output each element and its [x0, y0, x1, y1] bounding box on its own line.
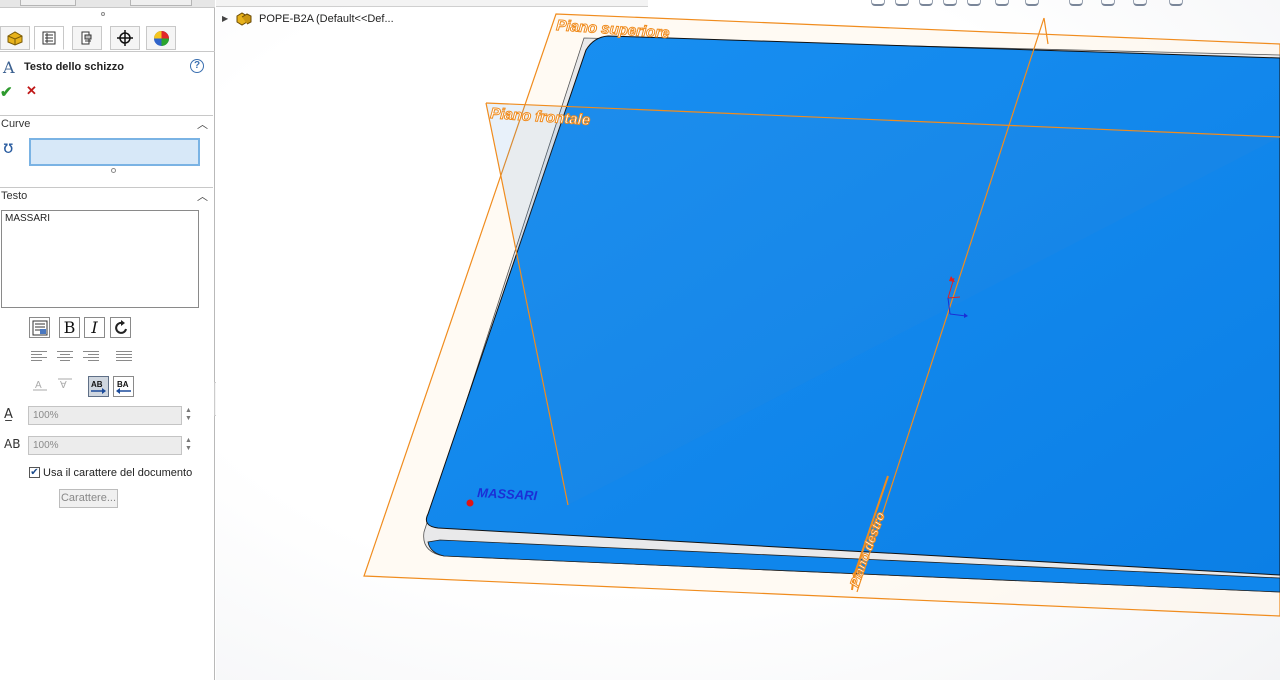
- property-manager-header: A Testo dello schizzo ?: [0, 58, 215, 77]
- property-manager-title: Testo dello schizzo: [24, 61, 125, 73]
- splitter-handle[interactable]: [101, 12, 105, 16]
- spacing-icon: AB: [4, 437, 21, 451]
- dimxpert-tab[interactable]: [110, 26, 140, 50]
- font-button[interactable]: Carattere...: [59, 489, 118, 508]
- top-tab-2[interactable]: [130, 0, 192, 6]
- spacing-input[interactable]: 100%: [28, 436, 182, 455]
- align-left-icon[interactable]: [31, 351, 47, 365]
- italic-button[interactable]: I: [84, 317, 105, 338]
- graphics-area[interactable]: ▶ POPE-B2A (Default<<Def... Piano superi…: [216, 0, 1280, 680]
- italic-icon: I: [91, 318, 98, 337]
- flip-vertical-icon[interactable]: A: [32, 378, 48, 396]
- align-center-icon[interactable]: [57, 351, 73, 365]
- flip-right-icon: AB: [91, 380, 106, 394]
- align-right-icon[interactable]: [83, 351, 99, 365]
- width-factor-stepper[interactable]: ▲ ▼: [185, 407, 193, 423]
- use-document-font-label: Usa il carattere del documento: [43, 467, 193, 479]
- flip-horizontal-icon[interactable]: A: [57, 378, 73, 396]
- dimxpert-icon: [117, 30, 133, 46]
- chevron-up-icon[interactable]: ︿: [197, 116, 208, 132]
- property-manager-tab[interactable]: [34, 26, 64, 50]
- flip-left-button[interactable]: BA: [113, 376, 134, 397]
- sketch-text-preview[interactable]: MASSARI: [477, 485, 538, 503]
- resize-handle[interactable]: [111, 168, 116, 173]
- configuration-manager-tab[interactable]: [72, 26, 102, 50]
- help-icon[interactable]: ?: [190, 59, 204, 73]
- use-document-font-checkbox[interactable]: ✔: [29, 467, 40, 478]
- svg-text:A: A: [60, 378, 67, 389]
- spacing-stepper[interactable]: ▲ ▼: [185, 437, 193, 453]
- cross-icon[interactable]: ✕: [26, 83, 37, 99]
- sketch-text-input[interactable]: MASSARI: [1, 210, 199, 308]
- text-insertion-point[interactable]: [466, 499, 474, 507]
- curve-section-header[interactable]: Curve ︿: [0, 115, 213, 132]
- rotate-icon: [114, 319, 127, 334]
- top-tab-1[interactable]: [20, 0, 76, 6]
- chevron-up-icon[interactable]: ︿: [197, 188, 208, 204]
- width-factor-input[interactable]: 100%: [28, 406, 182, 425]
- appearance-tab[interactable]: [146, 26, 176, 50]
- curve-icon: ʊ: [3, 138, 14, 158]
- text-section-header[interactable]: Testo ︿: [0, 187, 213, 204]
- bold-button[interactable]: B: [59, 317, 80, 338]
- link-property-button[interactable]: [29, 317, 50, 338]
- feature-manager-tab[interactable]: [0, 26, 30, 50]
- model-scene[interactable]: Piano superiore Piano frontale Piano des…: [216, 0, 1280, 680]
- text-section-label: Testo: [1, 190, 28, 202]
- feature-manager-icon: [7, 31, 23, 46]
- appearance-icon: [153, 30, 169, 46]
- svg-text:BA: BA: [117, 380, 129, 389]
- manager-tabs: [0, 26, 215, 52]
- check-icon[interactable]: ✔: [0, 83, 13, 101]
- manager-top-tabs: [0, 0, 215, 8]
- justify-icon[interactable]: [116, 351, 132, 365]
- rotate-button[interactable]: [110, 317, 131, 338]
- flip-right-button[interactable]: AB: [88, 376, 109, 397]
- property-manager-icon: [42, 31, 56, 45]
- flip-left-icon: BA: [116, 380, 131, 394]
- svg-text:AB: AB: [91, 380, 103, 389]
- sketch-text-icon: A: [3, 58, 15, 77]
- curve-selection-box[interactable]: [29, 138, 200, 166]
- configuration-manager-icon: [81, 31, 92, 45]
- curve-section-label: Curve: [1, 118, 31, 130]
- property-manager-panel: A Testo dello schizzo ? ✔ ✕ Curve ︿ ʊ Te…: [0, 0, 215, 680]
- width-factor-icon: A̲: [4, 407, 13, 422]
- link-property-icon: [32, 320, 47, 335]
- bold-icon: B: [63, 318, 76, 337]
- svg-text:A: A: [35, 380, 42, 391]
